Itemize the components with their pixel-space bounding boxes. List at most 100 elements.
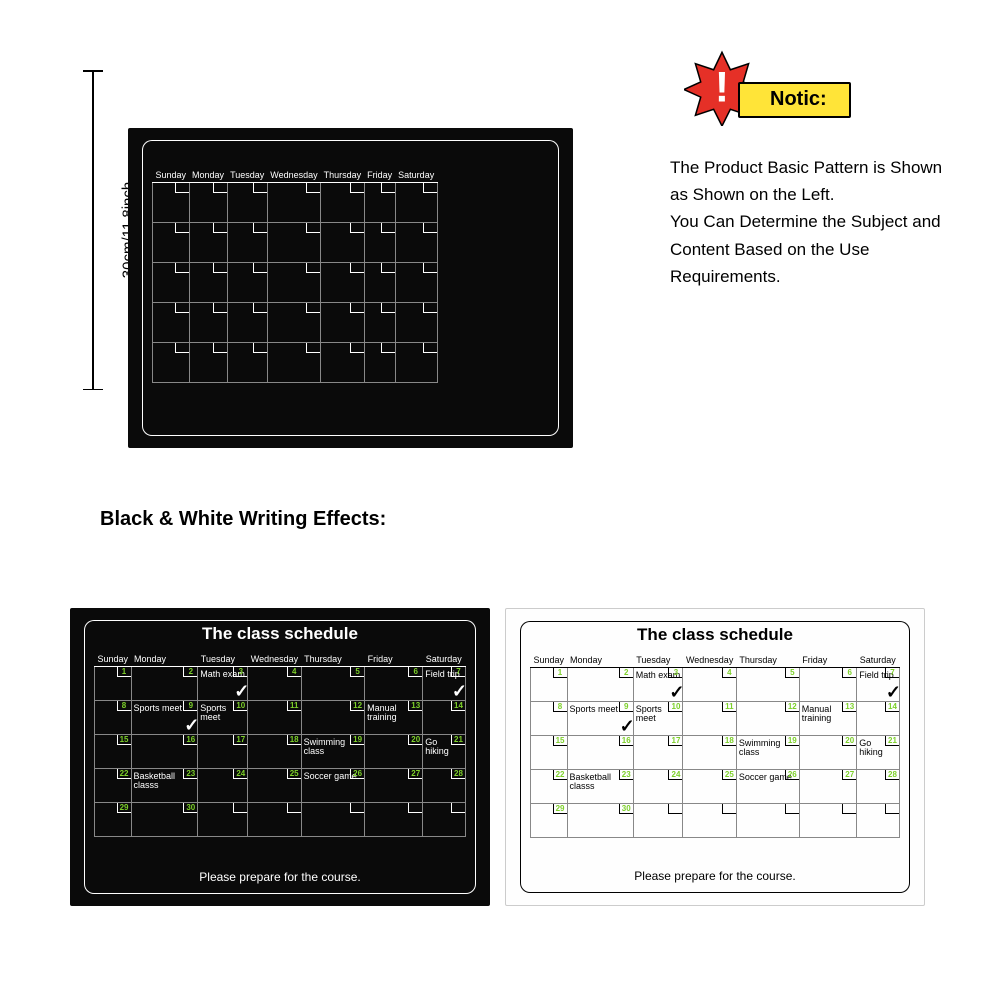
calendar-cell: 12 [736,702,799,736]
date-number: 11 [287,701,301,711]
calendar-cell: 18 [248,735,301,769]
calendar-cell: 26Soccer game [301,769,364,803]
day-header: Monday [131,652,198,667]
day-header: Sunday [153,168,190,183]
calendar-cell: 22 [95,769,132,803]
day-header: Monday [567,653,633,668]
calendar-cell: 14 [423,701,466,735]
calendar-cell: 5 [301,667,364,701]
calendar-cell: 9Sports meet✓ [131,701,198,735]
date-number: 24 [668,770,682,780]
calendar-cell: 19Swimming class [736,736,799,770]
date-number: 25 [722,770,736,780]
date-number: 6 [408,667,422,677]
calendar-cell: 26Soccer game [736,770,799,804]
day-header: Wednesday [267,168,320,183]
date-number: 5 [350,667,364,677]
day-header: Tuesday [227,168,267,183]
calendar-cell: 23Basketball classs [131,769,198,803]
notice-text: The Product Basic Pattern is Shown as Sh… [670,154,960,290]
date-number: 16 [619,736,633,746]
calendar-cell: 14 [857,702,900,736]
date-number: 22 [117,769,131,779]
date-number: 24 [233,769,247,779]
calendar-cell [227,303,267,343]
calendar-cell: 1 [531,668,568,702]
board-footer: Please prepare for the course. [84,870,476,884]
board-footer: Please prepare for the course. [520,869,910,883]
date-number [408,803,422,813]
calendar-cell [267,183,320,223]
date-number: 11 [722,702,736,712]
date-number: 17 [233,735,247,745]
calendar-cell: 2 [567,668,633,702]
date-number: 18 [287,735,301,745]
calendar-cell: 15 [95,735,132,769]
calendar-cell [395,263,437,303]
calendar-cell [321,303,365,343]
calendar-grid-white: SundayMondayTuesdayWednesdayThursdayFrid… [530,653,900,838]
calendar-cell: 25 [248,769,301,803]
calendar-cell: 12 [301,701,364,735]
check-icon: ✓ [886,682,901,703]
date-number [233,803,247,813]
notice-block: ! Notic: The Product Basic Pattern is Sh… [670,58,960,290]
day-header: Tuesday [198,652,248,667]
calendar-cell: 3Math exam✓ [198,667,248,701]
notice-label: Notic: [738,82,851,118]
date-number: 12 [350,701,364,711]
day-header: Thursday [321,168,365,183]
calendar-cell [153,263,190,303]
calendar-board-main: SundayMondayTuesdayWednesdayThursdayFrid… [128,128,573,448]
date-number: 30 [183,803,197,813]
calendar-cell: 24 [198,769,248,803]
day-header: Saturday [395,168,437,183]
calendar-cell [364,263,395,303]
date-number: 18 [722,736,736,746]
date-number: 4 [722,668,736,678]
date-number [451,803,465,813]
calendar-cell: 19Swimming class [301,735,364,769]
calendar-cell: 27 [799,770,856,804]
calendar-cell: 17 [198,735,248,769]
calendar-cell: 7Field trip✓ [423,667,466,701]
calendar-cell: 27 [365,769,423,803]
calendar-cell [364,183,395,223]
calendar-cell [189,223,227,263]
date-number: 28 [885,770,899,780]
date-number: 15 [553,736,567,746]
date-number: 8 [117,701,131,711]
date-number: 10 [233,701,247,711]
date-number: 8 [553,702,567,712]
calendar-cell [189,263,227,303]
calendar-cell: 2 [131,667,198,701]
calendar-cell: 11 [248,701,301,735]
calendar-cell: 13Manual training [365,701,423,735]
calendar-cell [857,804,900,838]
calendar-cell: 10Sports meet [633,702,683,736]
calendar-cell: 30 [567,804,633,838]
calendar-cell [633,804,683,838]
calendar-cell: 15 [531,736,568,770]
calendar-cell [321,223,365,263]
dimension-vertical: 30cm/11.8inch [78,70,108,390]
calendar-cell [227,263,267,303]
check-icon: ✓ [452,681,467,702]
calendar-cell [364,223,395,263]
date-number: 26 [785,770,799,780]
calendar-cell: 18 [683,736,736,770]
calendar-cell [736,804,799,838]
calendar-cell [364,303,395,343]
calendar-cell [423,803,466,837]
calendar-cell [395,343,437,383]
date-number: 27 [408,769,422,779]
calendar-cell [683,804,736,838]
calendar-cell [153,303,190,343]
calendar-cell: 5 [736,668,799,702]
day-header: Monday [189,168,227,183]
date-number: 3 [233,667,247,677]
date-number: 29 [117,803,131,813]
calendar-cell [267,263,320,303]
calendar-cell [248,803,301,837]
calendar-board-white: The class schedule SundayMondayTuesdayWe… [505,608,925,906]
